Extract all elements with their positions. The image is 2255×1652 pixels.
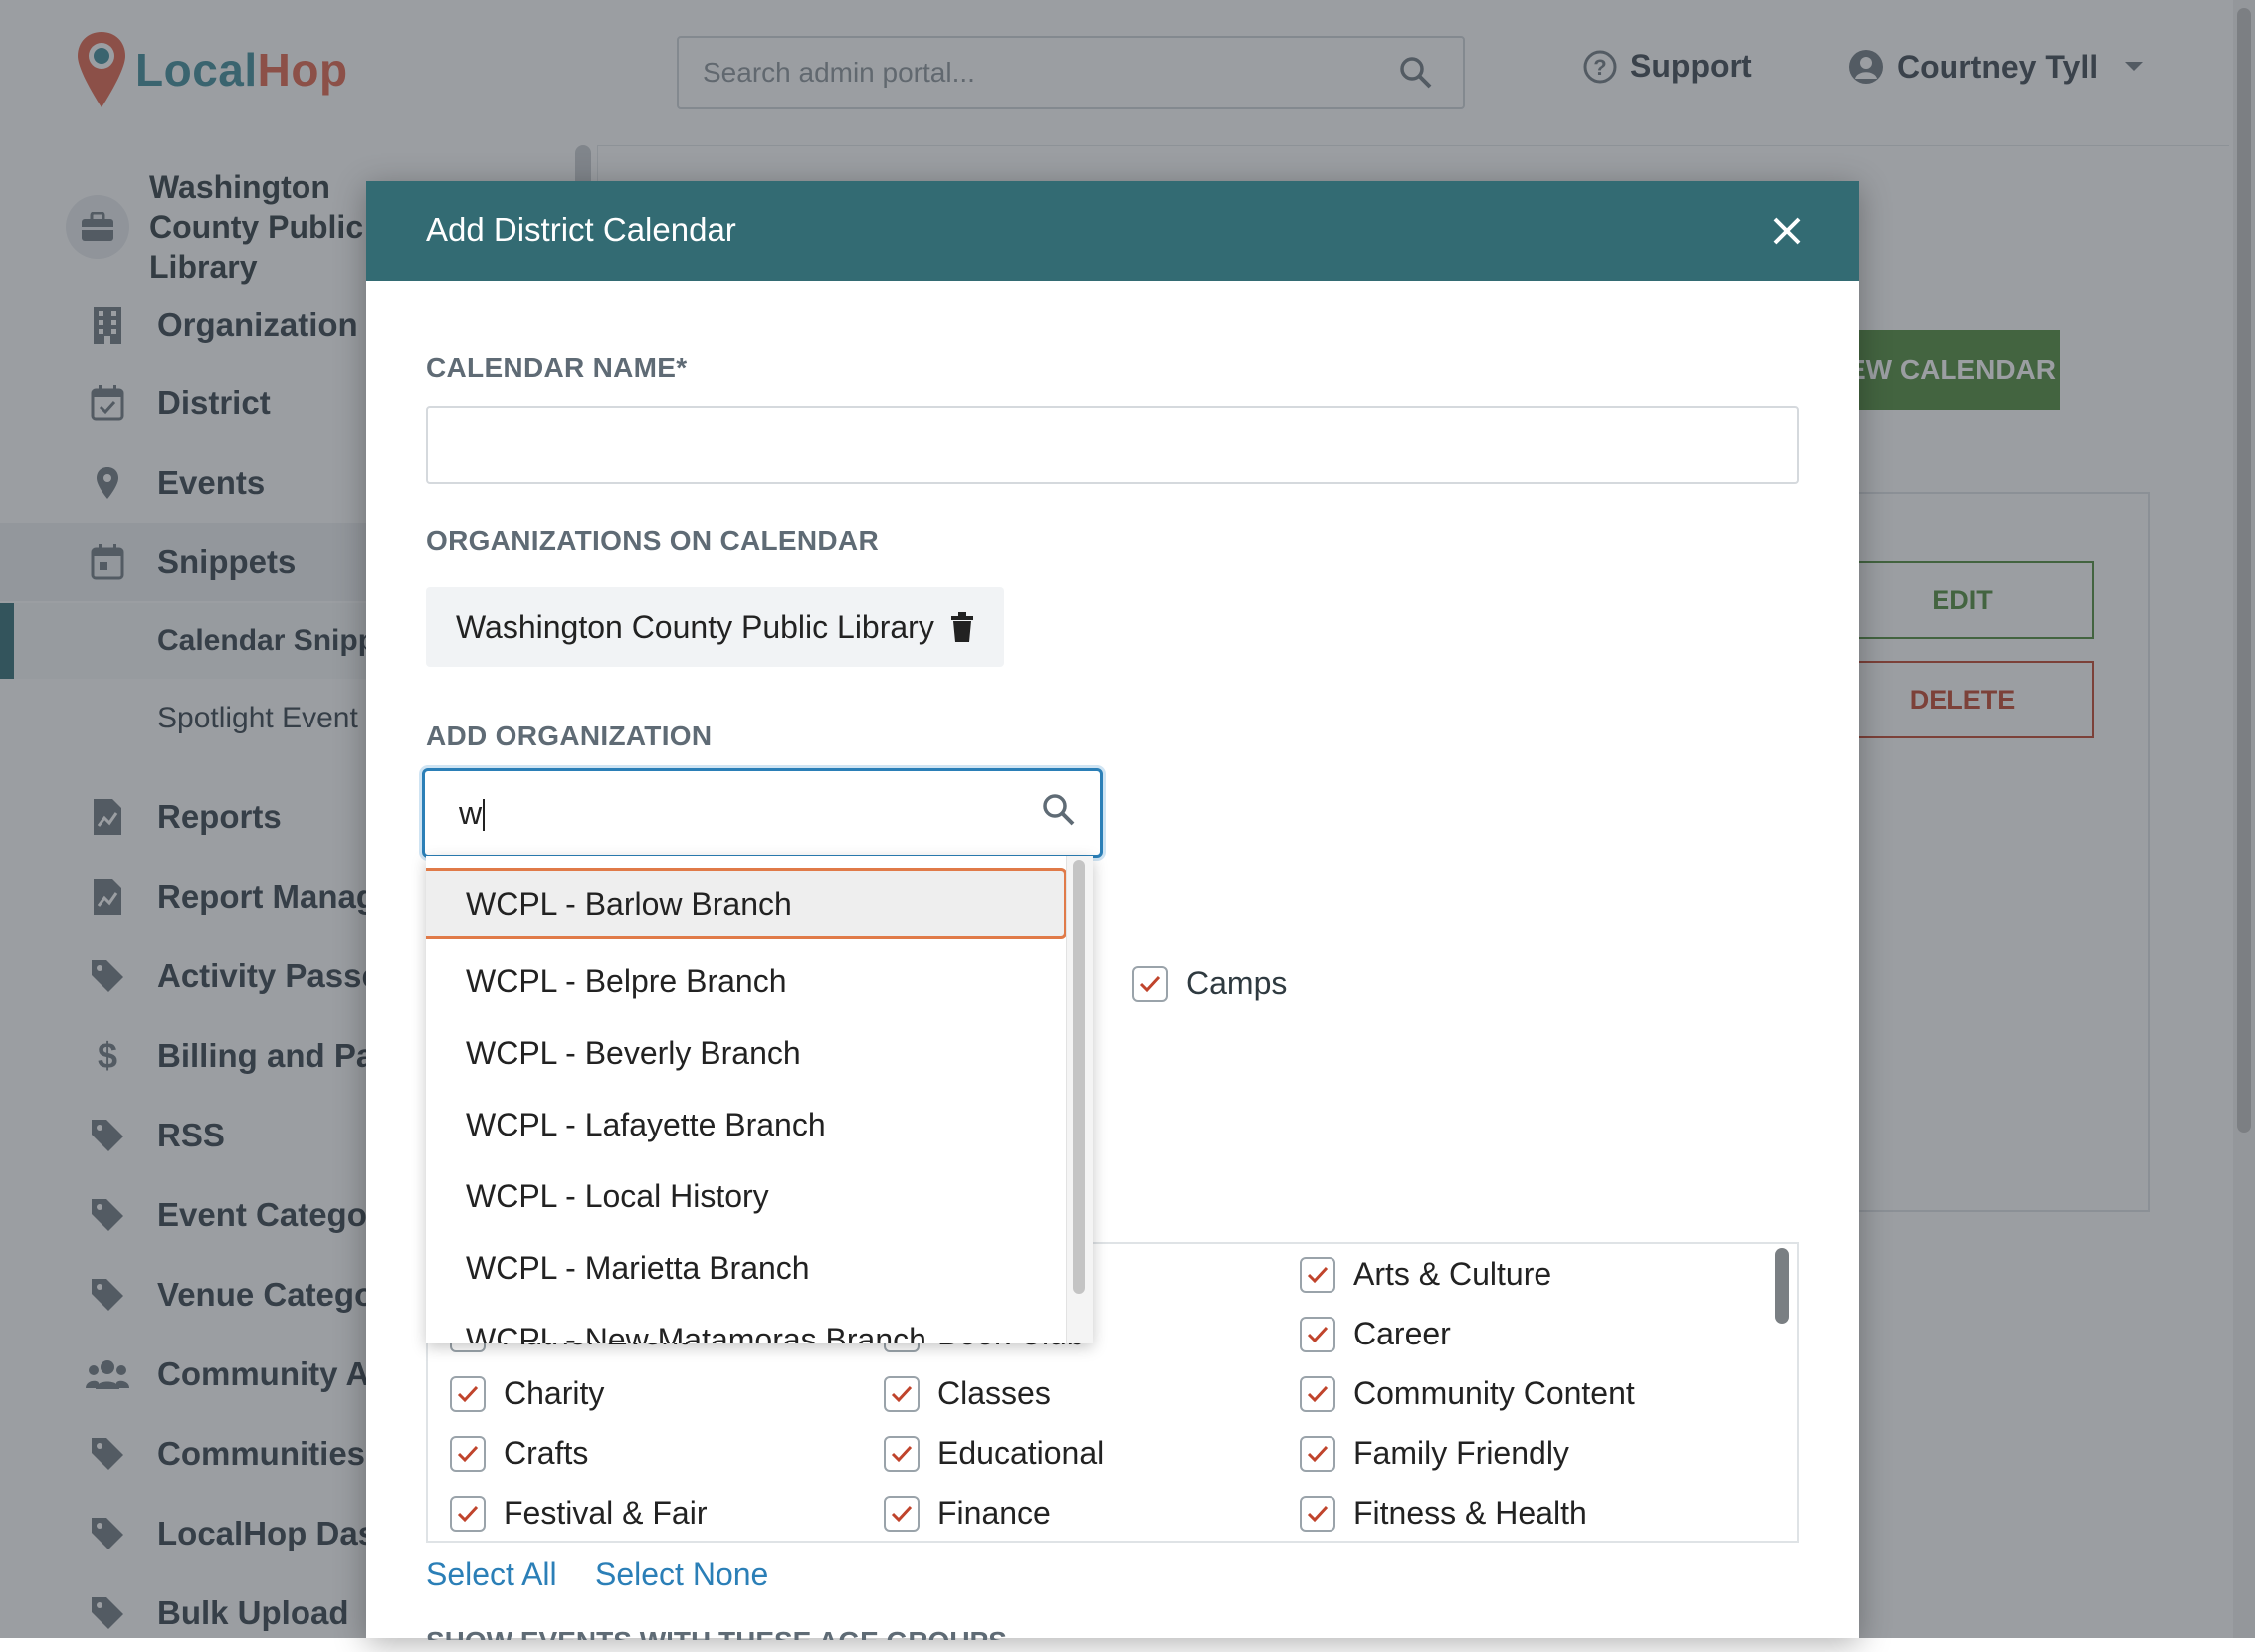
checkmark-icon bbox=[457, 1385, 479, 1402]
checkbox[interactable] bbox=[1300, 1316, 1335, 1352]
organization-chip-label: Washington County Public Library bbox=[456, 608, 934, 645]
dropdown-option-label: WCPL - Local History bbox=[466, 1177, 769, 1214]
dropdown-option-label: WCPL - Barlow Branch bbox=[466, 885, 792, 922]
calendar-name-input[interactable] bbox=[426, 406, 1799, 484]
checkmark-icon bbox=[1139, 975, 1161, 992]
camps-checkbox[interactable]: Camps bbox=[1132, 965, 1287, 1002]
checkmark-icon bbox=[1307, 1326, 1329, 1342]
checkmark-icon bbox=[457, 1505, 479, 1522]
add-organization-label: ADD ORGANIZATION bbox=[426, 721, 713, 751]
dropdown-option[interactable]: WCPL - Marietta Branch bbox=[426, 1232, 1067, 1304]
checkbox[interactable] bbox=[450, 1495, 486, 1532]
select-all-link[interactable]: Select All bbox=[426, 1556, 557, 1593]
checkbox[interactable] bbox=[1300, 1435, 1335, 1472]
organizations-label: ORGANIZATIONS ON CALENDAR bbox=[426, 525, 879, 556]
checkbox[interactable] bbox=[1300, 1256, 1335, 1293]
category-label: Festival & Fair bbox=[504, 1495, 708, 1531]
dropdown-option-label: WCPL - Belpre Branch bbox=[466, 962, 787, 999]
category-checkbox[interactable]: Family Friendly bbox=[1300, 1435, 1569, 1472]
checkbox[interactable] bbox=[1300, 1495, 1335, 1532]
category-checkbox[interactable]: Crafts bbox=[450, 1435, 588, 1472]
dropdown-option[interactable]: WCPL - Lafayette Branch bbox=[426, 1089, 1067, 1160]
category-label: Finance bbox=[937, 1495, 1051, 1531]
category-label: Family Friendly bbox=[1353, 1435, 1569, 1471]
category-label: Fitness & Health bbox=[1353, 1495, 1587, 1531]
category-label: Educational bbox=[937, 1435, 1105, 1471]
category-checkbox[interactable]: Career bbox=[1300, 1316, 1451, 1352]
checkmark-icon bbox=[891, 1385, 913, 1402]
checkbox[interactable] bbox=[450, 1375, 486, 1412]
category-checkbox[interactable]: Arts & Culture bbox=[1300, 1256, 1551, 1293]
add-organization-value: w bbox=[459, 795, 485, 832]
checkbox[interactable] bbox=[884, 1435, 920, 1472]
dropdown-scrollbar[interactable] bbox=[1066, 856, 1093, 1343]
category-label: Classes bbox=[937, 1375, 1051, 1411]
category-checkbox[interactable]: Classes bbox=[884, 1375, 1051, 1412]
checkmark-icon bbox=[1307, 1385, 1329, 1402]
checkbox[interactable] bbox=[1300, 1375, 1335, 1412]
checkmark-icon bbox=[457, 1445, 479, 1462]
checkbox[interactable] bbox=[450, 1435, 486, 1472]
organization-chip: Washington County Public Library bbox=[426, 587, 1004, 667]
dropdown-option-label: WCPL - Lafayette Branch bbox=[466, 1106, 826, 1142]
checkmark-icon bbox=[1307, 1266, 1329, 1283]
search-icon[interactable] bbox=[1042, 793, 1076, 827]
modal-title: Add District Calendar bbox=[426, 211, 736, 248]
dropdown-option[interactable]: WCPL - Beverly Branch bbox=[426, 1017, 1067, 1089]
category-label: Career bbox=[1353, 1316, 1451, 1351]
category-label: Crafts bbox=[504, 1435, 589, 1471]
checkbox[interactable] bbox=[1132, 965, 1168, 1002]
dropdown-option-label: WCPL - Marietta Branch bbox=[466, 1249, 810, 1286]
trash-icon[interactable] bbox=[950, 612, 974, 642]
calendar-name-label: CALENDAR NAME* bbox=[426, 352, 688, 383]
dropdown-scrollbar-thumb[interactable] bbox=[1073, 860, 1085, 1294]
category-checkbox[interactable]: Charity bbox=[450, 1375, 604, 1412]
close-icon[interactable] bbox=[1763, 207, 1811, 255]
checkmark-icon bbox=[891, 1445, 913, 1462]
categories-scrollbar[interactable] bbox=[1775, 1248, 1789, 1324]
add-organization-input[interactable]: w bbox=[422, 768, 1103, 858]
checkmark-icon bbox=[891, 1505, 913, 1522]
category-checkbox[interactable]: Finance bbox=[884, 1495, 1051, 1532]
checkmark-icon bbox=[1307, 1445, 1329, 1462]
dropdown-option[interactable]: WCPL - Barlow Branch bbox=[426, 868, 1067, 939]
checkbox[interactable] bbox=[884, 1495, 920, 1532]
select-none-link[interactable]: Select None bbox=[595, 1556, 768, 1593]
category-checkbox[interactable]: Educational bbox=[884, 1435, 1104, 1472]
category-checkbox[interactable]: Fitness & Health bbox=[1300, 1495, 1587, 1532]
checkmark-icon bbox=[1307, 1505, 1329, 1522]
category-checkbox[interactable]: Festival & Fair bbox=[450, 1495, 707, 1532]
category-label: Arts & Culture bbox=[1353, 1256, 1552, 1292]
modal-header: Add District Calendar bbox=[366, 181, 1859, 281]
category-label: Community Content bbox=[1353, 1375, 1635, 1411]
dropdown-option-label: WCPL - New Matamoras Branch bbox=[466, 1321, 926, 1344]
dropdown-option[interactable]: WCPL - New Matamoras Branch bbox=[426, 1304, 1067, 1344]
category-checkbox[interactable]: Community Content bbox=[1300, 1375, 1635, 1412]
checkbox[interactable] bbox=[884, 1375, 920, 1412]
dropdown-option-label: WCPL - Beverly Branch bbox=[466, 1034, 801, 1071]
camps-label: Camps bbox=[1186, 965, 1288, 1001]
dropdown-option[interactable]: WCPL - Belpre Branch bbox=[426, 945, 1067, 1017]
category-label: Charity bbox=[504, 1375, 605, 1411]
dropdown-option[interactable]: WCPL - Local History bbox=[426, 1160, 1067, 1232]
organization-suggestions-dropdown: WCPL - Barlow Branch WCPL - Belpre Branc… bbox=[426, 856, 1093, 1343]
